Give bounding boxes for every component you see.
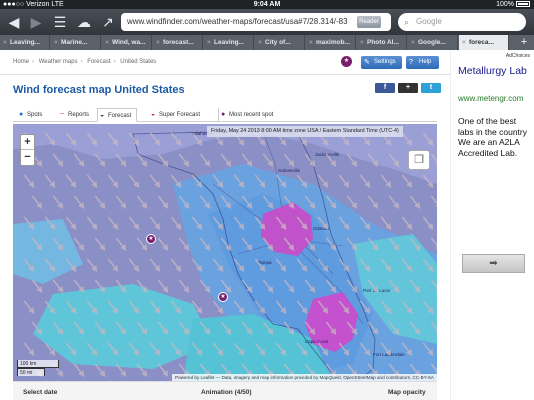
- close-icon[interactable]: ×: [309, 35, 313, 50]
- breadcrumb-current: United States: [120, 59, 157, 65]
- help-button[interactable]: ? Help: [406, 56, 439, 69]
- tab-reports[interactable]: ~ Reports: [58, 108, 89, 122]
- adchoices-label[interactable]: AdChoices: [506, 53, 530, 59]
- ad-body: One of the best labs in the country We a…: [458, 116, 527, 158]
- share-icon[interactable]: ↗: [98, 13, 118, 31]
- forward-icon[interactable]: ▶: [26, 13, 46, 31]
- browser-toolbar: ◀ ▶ ☰ ☁ ↗ www.windfinder.com/weather-map…: [0, 9, 534, 35]
- settings-button[interactable]: ✎ Settings: [361, 56, 402, 69]
- clock: 9:04 AM: [253, 1, 281, 8]
- new-tab-button[interactable]: +: [518, 35, 530, 50]
- map-attribution: Powered by Leaflet — Data, imagery and m…: [172, 374, 437, 381]
- search-field[interactable]: ⌕ Google: [398, 13, 526, 31]
- reader-button[interactable]: Reader: [357, 16, 381, 28]
- close-icon[interactable]: ×: [54, 35, 58, 50]
- tab-forecast[interactable]: ◒ Forecast: [97, 108, 138, 122]
- close-icon[interactable]: ×: [258, 35, 262, 50]
- status-bar: ●●●○○ Verizon LTE 9:04 AM 100%: [0, 0, 534, 9]
- ad-column: AdChoices Metallurgy Lab www.metengr.com…: [450, 50, 534, 400]
- graph-icon: ~: [60, 111, 65, 118]
- zoom-control: + −: [20, 134, 35, 166]
- browser-tab-active[interactable]: × foreca...: [459, 35, 509, 50]
- close-icon[interactable]: ×: [105, 35, 109, 50]
- scale-mi: 50 mi: [17, 368, 45, 376]
- close-icon[interactable]: ×: [462, 35, 466, 50]
- zoom-in-button[interactable]: +: [21, 135, 34, 150]
- close-icon[interactable]: ×: [207, 35, 211, 50]
- battery-percent: 100%: [496, 1, 514, 8]
- close-icon[interactable]: ×: [3, 35, 7, 50]
- web-page: Home › Weather maps › Forecast › United Sta…: [0, 50, 450, 400]
- google-plus-icon[interactable]: +: [398, 83, 418, 93]
- spot-marker[interactable]: ★: [218, 292, 228, 302]
- breadcrumb: Home › Weather maps › Forecast › United Sta…: [13, 59, 157, 65]
- tab-bar: × Leaving... × Marine... × Wind, wa... × for…: [0, 35, 534, 50]
- url-field[interactable]: www.windfinder.com/weather-maps/forecast…: [121, 13, 391, 31]
- location-pin-icon: ●: [19, 111, 24, 118]
- bookmarks-icon[interactable]: ☰: [50, 13, 70, 31]
- map-tabs: ● Spots ~ Reports ◒ Forecast ◒ Super Forecas…: [13, 106, 437, 122]
- help-icon: ?: [409, 59, 413, 66]
- browser-tab[interactable]: × maximob...: [306, 35, 356, 50]
- battery-icon: [516, 1, 530, 7]
- map-scale: 100 km 50 mi: [17, 360, 59, 376]
- ad-url[interactable]: www.metengr.com: [458, 94, 534, 104]
- facebook-icon[interactable]: f: [375, 83, 395, 93]
- ad-title[interactable]: Metallurgy Lab: [458, 65, 527, 77]
- browser-tab[interactable]: × Marine...: [51, 35, 101, 50]
- divider: [0, 74, 450, 75]
- wrench-icon: ✎: [364, 59, 370, 66]
- browser-tab[interactable]: × Leaving...: [0, 35, 50, 50]
- layers-icon[interactable]: ❐: [408, 150, 430, 170]
- select-date-label[interactable]: Select date: [23, 389, 57, 396]
- close-icon[interactable]: ×: [411, 35, 415, 50]
- browser-tab[interactable]: × Wind, wa...: [102, 35, 152, 50]
- breadcrumb-home[interactable]: Home: [13, 59, 29, 65]
- close-icon[interactable]: ×: [156, 35, 160, 50]
- browser-tab[interactable]: × Leaving...: [204, 35, 254, 50]
- search-icon: ⌕: [404, 17, 410, 27]
- zoom-out-button[interactable]: −: [21, 150, 34, 165]
- wind-map[interactable]: Tallahassee Jacksonville Gainesville Orl…: [13, 124, 437, 381]
- browser-tab[interactable]: × Photo Al...: [357, 35, 407, 50]
- forecast-icon: ◒: [100, 112, 105, 119]
- spot-marker[interactable]: ★: [146, 234, 156, 244]
- twitter-icon[interactable]: t: [421, 83, 441, 93]
- map-opacity-label[interactable]: Map opacity: [388, 389, 426, 396]
- page-title: Wind forecast map United States: [13, 84, 185, 96]
- tab-super-forecast[interactable]: ◒ Super Forecast: [149, 108, 200, 122]
- super-forecast-icon: ◒: [151, 111, 156, 118]
- scale-km: 100 km: [17, 360, 59, 368]
- breadcrumb-forecast[interactable]: Forecast: [87, 59, 110, 65]
- place-label: Gainesville: [278, 168, 301, 173]
- star-pin-icon: ●: [221, 111, 226, 118]
- browser-tab[interactable]: × Google...: [408, 35, 458, 50]
- place-label: Cape Coral: [305, 339, 328, 344]
- map-timestamp: Friday, May 24 2013 8:00 AM time zone US…: [207, 126, 403, 137]
- map-controls-bar: Select date Animation (4/50) Map opacity: [13, 381, 437, 400]
- icloud-tabs-icon[interactable]: ☁: [74, 13, 94, 31]
- animation-label[interactable]: Animation (4/50): [201, 389, 252, 396]
- map-canvas: Tallahassee Jacksonville Gainesville Orl…: [13, 124, 437, 381]
- browser-tab[interactable]: × City of...: [255, 35, 305, 50]
- search-placeholder: Google: [416, 17, 442, 26]
- browser-tab[interactable]: × forecast...: [153, 35, 203, 50]
- close-icon[interactable]: ×: [360, 35, 364, 50]
- back-icon[interactable]: ◀: [4, 13, 24, 31]
- breadcrumb-weather-maps[interactable]: Weather maps: [39, 59, 78, 65]
- ad-arrow-button[interactable]: ➡: [462, 254, 525, 273]
- favorite-spot-icon[interactable]: ★: [341, 56, 352, 67]
- tab-spots[interactable]: ● Spots: [17, 108, 42, 122]
- battery-info: 100%: [496, 0, 530, 9]
- tab-most-recent-spot[interactable]: ● Most recent spot: [218, 108, 273, 122]
- screen: ●●●○○ Verizon LTE 9:04 AM 100% ◀ ▶ ☰ ☁ ↗…: [0, 0, 534, 400]
